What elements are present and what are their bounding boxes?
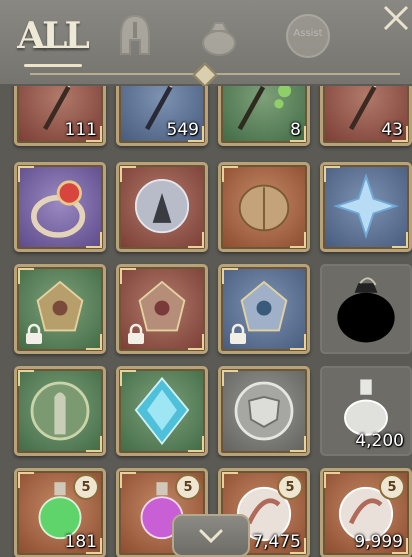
fishing-rod-icon bbox=[349, 86, 377, 131]
expand-button[interactable] bbox=[172, 514, 250, 557]
item-level-badge: 5 bbox=[73, 474, 99, 500]
item-quantity: 4,200 bbox=[355, 431, 404, 451]
inventory-slot[interactable]: 5 181 bbox=[14, 468, 106, 557]
helmet-icon bbox=[120, 14, 150, 55]
inventory-slot[interactable] bbox=[320, 264, 412, 354]
item-level-badge: 5 bbox=[379, 474, 405, 500]
tab-all-label: ALL bbox=[17, 15, 90, 57]
pouch-item-icon bbox=[337, 277, 395, 343]
inventory-slot[interactable] bbox=[116, 162, 208, 252]
blue-crystal-gem-icon bbox=[134, 376, 190, 446]
item-level-badge: 5 bbox=[175, 474, 201, 500]
item-quantity: 43 bbox=[381, 120, 403, 140]
golden-scarab-icon bbox=[238, 184, 290, 232]
tab-assist[interactable]: Assist bbox=[282, 10, 334, 62]
inventory-slot[interactable] bbox=[116, 264, 208, 354]
inventory-slot[interactable]: 8 bbox=[218, 86, 310, 146]
tab-equipment[interactable] bbox=[112, 10, 158, 62]
inventory-slot[interactable] bbox=[320, 162, 412, 252]
pouch-icon bbox=[202, 22, 236, 56]
chevron-down-icon bbox=[199, 529, 223, 543]
tab-all[interactable]: ALL bbox=[17, 10, 90, 62]
crystal-orb-icon bbox=[134, 179, 190, 234]
inventory-slot[interactable]: 5 9,999 bbox=[320, 468, 412, 557]
statue-medallion-icon bbox=[30, 381, 90, 441]
lock-icon bbox=[128, 323, 144, 344]
item-level-badge: 5 bbox=[277, 474, 303, 500]
fishing-rod-icon bbox=[43, 86, 71, 131]
item-quantity: 9,999 bbox=[354, 532, 403, 552]
shield-crest-icon bbox=[234, 381, 294, 441]
lock-icon bbox=[230, 323, 246, 344]
inventory-slot[interactable] bbox=[116, 366, 208, 456]
item-quantity: 8 bbox=[290, 120, 301, 140]
inventory-slot[interactable] bbox=[14, 162, 106, 252]
tab-active-indicator bbox=[24, 64, 82, 67]
close-icon[interactable] bbox=[378, 2, 412, 36]
top-bar: ALL Assist bbox=[0, 0, 412, 88]
inventory-slot[interactable]: 4,200 bbox=[320, 366, 412, 456]
item-quantity: 549 bbox=[166, 120, 199, 140]
inventory-slot[interactable] bbox=[14, 264, 106, 354]
ruby-ring-icon bbox=[31, 180, 86, 238]
lock-icon bbox=[26, 323, 42, 344]
inventory-slot[interactable]: 111 bbox=[14, 86, 106, 146]
inventory-slot[interactable] bbox=[218, 162, 310, 252]
tab-pouch[interactable] bbox=[196, 10, 242, 62]
item-quantity: 7,475 bbox=[252, 532, 301, 552]
fishing-rod-icon bbox=[237, 86, 292, 131]
inventory-slot[interactable] bbox=[14, 366, 106, 456]
inventory-slot[interactable] bbox=[218, 264, 310, 354]
item-quantity: 111 bbox=[64, 120, 97, 140]
inventory-grid: 111 549 8 43 4,200 5 181 5 5 7,475 5 9,9… bbox=[0, 86, 412, 557]
inventory-slot[interactable]: 549 bbox=[116, 86, 208, 146]
divider-ornament bbox=[192, 62, 218, 88]
inventory-slot[interactable]: 43 bbox=[320, 86, 412, 146]
blue-star-crystal-icon bbox=[333, 173, 399, 239]
item-quantity: 181 bbox=[64, 532, 97, 552]
tab-assist-label: Assist bbox=[293, 28, 323, 39]
fishing-rod-icon bbox=[145, 86, 173, 131]
slot-pointer bbox=[257, 352, 271, 354]
inventory-slot[interactable] bbox=[218, 366, 310, 456]
